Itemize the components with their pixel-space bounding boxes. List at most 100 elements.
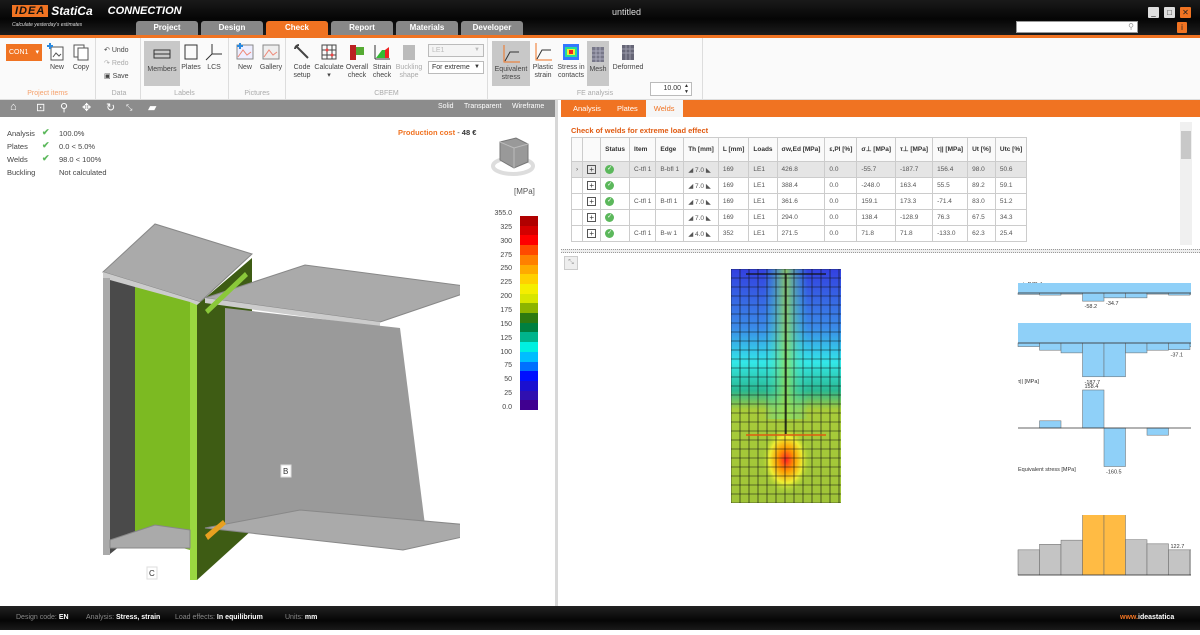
column-header[interactable]: σ⊥ [MPa] — [856, 137, 896, 162]
new-item-button[interactable]: New — [46, 42, 68, 72]
rotate-icon[interactable]: ↻ — [106, 101, 115, 114]
tab-check[interactable]: Check — [266, 21, 328, 35]
connection-3d-model[interactable]: B C — [60, 210, 460, 600]
weld-chart-bar — [1189, 549, 1191, 576]
stress-contour-plot — [731, 269, 841, 503]
stress-in-contacts-button[interactable]: Stress in contacts — [556, 42, 586, 80]
row-expander[interactable] — [570, 209, 584, 226]
tab-project[interactable]: Project — [136, 21, 198, 35]
view-toolbar: ⌂ ⊡ ⚲ ✥ ↻ ⤡ ▰ Solid Transparent Wirefram… — [0, 100, 555, 117]
tab-developer[interactable]: Developer — [461, 21, 523, 35]
minimize-button[interactable]: _ — [1148, 7, 1159, 18]
home-icon[interactable]: ⌂ — [10, 101, 17, 113]
deformed-button[interactable]: Deformed — [612, 42, 644, 72]
column-header[interactable]: τ⊥ [MPa] — [894, 137, 934, 162]
weld-chart-bar — [1017, 342, 1040, 347]
load-case-select[interactable]: LE1 ▼ — [428, 44, 484, 57]
tab-report[interactable]: Report — [331, 21, 393, 35]
plus-icon[interactable]: + — [587, 229, 597, 238]
transparent-view-button[interactable]: Transparent — [464, 103, 501, 110]
tab-analysis[interactable]: Analysis — [565, 100, 609, 117]
tab-plates[interactable]: Plates — [609, 100, 646, 117]
solid-view-button[interactable]: Solid — [438, 103, 454, 110]
column-header[interactable]: Ut [%] — [967, 137, 996, 162]
column-header[interactable]: Edge — [655, 137, 685, 162]
weld-chart-bar — [1017, 549, 1040, 576]
group-label-pictures: Pictures — [244, 90, 270, 97]
spinner-icon[interactable]: ▲ ▼ — [684, 83, 689, 95]
column-header[interactable]: Status — [600, 137, 631, 162]
tab-design[interactable]: Design — [201, 21, 263, 35]
lcs-button[interactable]: LCS — [204, 42, 224, 72]
cell-epl: 0.0 — [824, 177, 858, 194]
members-button[interactable]: Members — [144, 41, 180, 86]
row-expander[interactable] — [570, 193, 584, 210]
table-row[interactable]: + ✓ C-tfl 1 B-tfl 1 ◢ 7.0 ◣ 169 LE1 361.6 0.0 159… — [570, 193, 1028, 210]
plastic-strain-button[interactable]: Plastic strain — [531, 42, 555, 80]
plus-icon[interactable]: + — [587, 165, 597, 174]
equivalent-stress-button[interactable]: Equivalent stress — [492, 41, 530, 86]
overall-check-button[interactable]: Overall check — [345, 42, 369, 80]
chevron-down-icon: ▼ — [474, 47, 480, 53]
zoom-window-icon[interactable]: ⊡ — [36, 101, 45, 114]
column-header[interactable]: Th [mm] — [683, 137, 719, 162]
search-input[interactable]: ⚲ — [1016, 21, 1138, 33]
column-header[interactable] — [582, 137, 602, 162]
column-header[interactable]: L [mm] — [717, 137, 750, 162]
extreme-select[interactable]: For extreme ▼ — [428, 61, 484, 74]
wireframe-view-button[interactable]: Wireframe — [512, 103, 544, 110]
buckling-shape-button[interactable]: Buckling shape — [395, 42, 423, 80]
scrollbar-thumb[interactable] — [1181, 131, 1191, 159]
summary-welds: Welds ✔ 98.0 < 100% — [7, 153, 101, 164]
section-view-icon[interactable]: ▰ — [148, 101, 156, 114]
deformation-scale-input[interactable]: 10.00 ▲ ▼ — [650, 82, 692, 96]
table-row[interactable]: + ✓ ◢ 7.0 ◣ 169 LE1 388.4 0.0 -248.0 163.4 55.5 89… — [570, 177, 1028, 194]
table-row[interactable]: › + ✓ C-tfl 1 B-bfl 1 ◢ 7.0 ◣ 169 LE1 426.8 0.0 -5… — [570, 161, 1028, 178]
plates-button[interactable]: Plates — [181, 42, 201, 72]
tab-welds[interactable]: Welds — [645, 100, 683, 117]
info-button[interactable]: i — [1177, 22, 1187, 33]
close-button[interactable]: ✕ — [1180, 7, 1191, 18]
new-picture-button[interactable]: New — [235, 42, 255, 72]
row-expander[interactable] — [570, 225, 584, 242]
connection-select[interactable]: CON1 ▾ — [6, 44, 42, 61]
redo-button[interactable]: ↷ Redo — [104, 59, 129, 67]
column-header[interactable]: Item — [629, 137, 657, 162]
table-scrollbar[interactable] — [1180, 122, 1192, 245]
code-setup-button[interactable]: Code setup — [290, 42, 314, 80]
row-expander[interactable] — [570, 177, 584, 194]
tab-materials[interactable]: Materials — [396, 21, 458, 35]
column-header[interactable]: Loads — [748, 137, 778, 162]
view-cube[interactable] — [490, 132, 536, 180]
legend-color-band — [520, 371, 538, 381]
plus-icon[interactable]: + — [587, 181, 597, 190]
column-header[interactable]: Utc [%] — [994, 137, 1028, 162]
legend-color-band — [520, 245, 538, 255]
mesh-button[interactable]: Mesh — [587, 41, 609, 86]
calculate-button[interactable]: Calculate ▾ — [314, 42, 344, 80]
gallery-button[interactable]: Gallery — [259, 42, 283, 72]
column-header[interactable] — [570, 137, 584, 162]
undo-button[interactable]: ↶ Undo — [104, 46, 129, 54]
row-expander[interactable]: › — [570, 161, 584, 178]
column-header[interactable]: ε,Pl [%] — [824, 137, 858, 162]
legend-color-band — [520, 342, 538, 352]
copy-button[interactable]: Copy — [70, 42, 92, 72]
website-link[interactable]: www.ideastatica — [1120, 614, 1174, 621]
table-row[interactable]: + ✓ C-tfl 1 B-w 1 ◢ 4.0 ◣ 352 LE1 271.5 0.0 71.8 7… — [570, 225, 1028, 242]
zoom-icon[interactable]: ⚲ — [60, 101, 68, 114]
expand-cell: + — [582, 177, 602, 194]
column-header[interactable]: σw,Ed [MPa] — [776, 137, 826, 162]
legend-color-band — [520, 225, 538, 236]
fit-view-icon[interactable]: ⤡ — [126, 103, 132, 113]
table-row[interactable]: + ✓ ◢ 7.0 ◣ 169 LE1 294.0 0.0 138.4 -128.9 76.3 67… — [570, 209, 1028, 226]
column-header[interactable]: τ|| [MPa] — [932, 137, 969, 162]
pan-icon[interactable]: ✥ — [82, 101, 91, 114]
maximize-button[interactable]: □ — [1164, 7, 1175, 18]
plus-icon[interactable]: + — [587, 213, 597, 222]
plus-icon[interactable]: + — [587, 197, 597, 206]
strain-check-button[interactable]: Strain check — [371, 42, 393, 80]
save-button[interactable]: ▣ Save — [104, 72, 129, 80]
fit-view-button[interactable]: ⤡ — [564, 256, 578, 270]
check-icon: ✔ — [42, 140, 50, 150]
